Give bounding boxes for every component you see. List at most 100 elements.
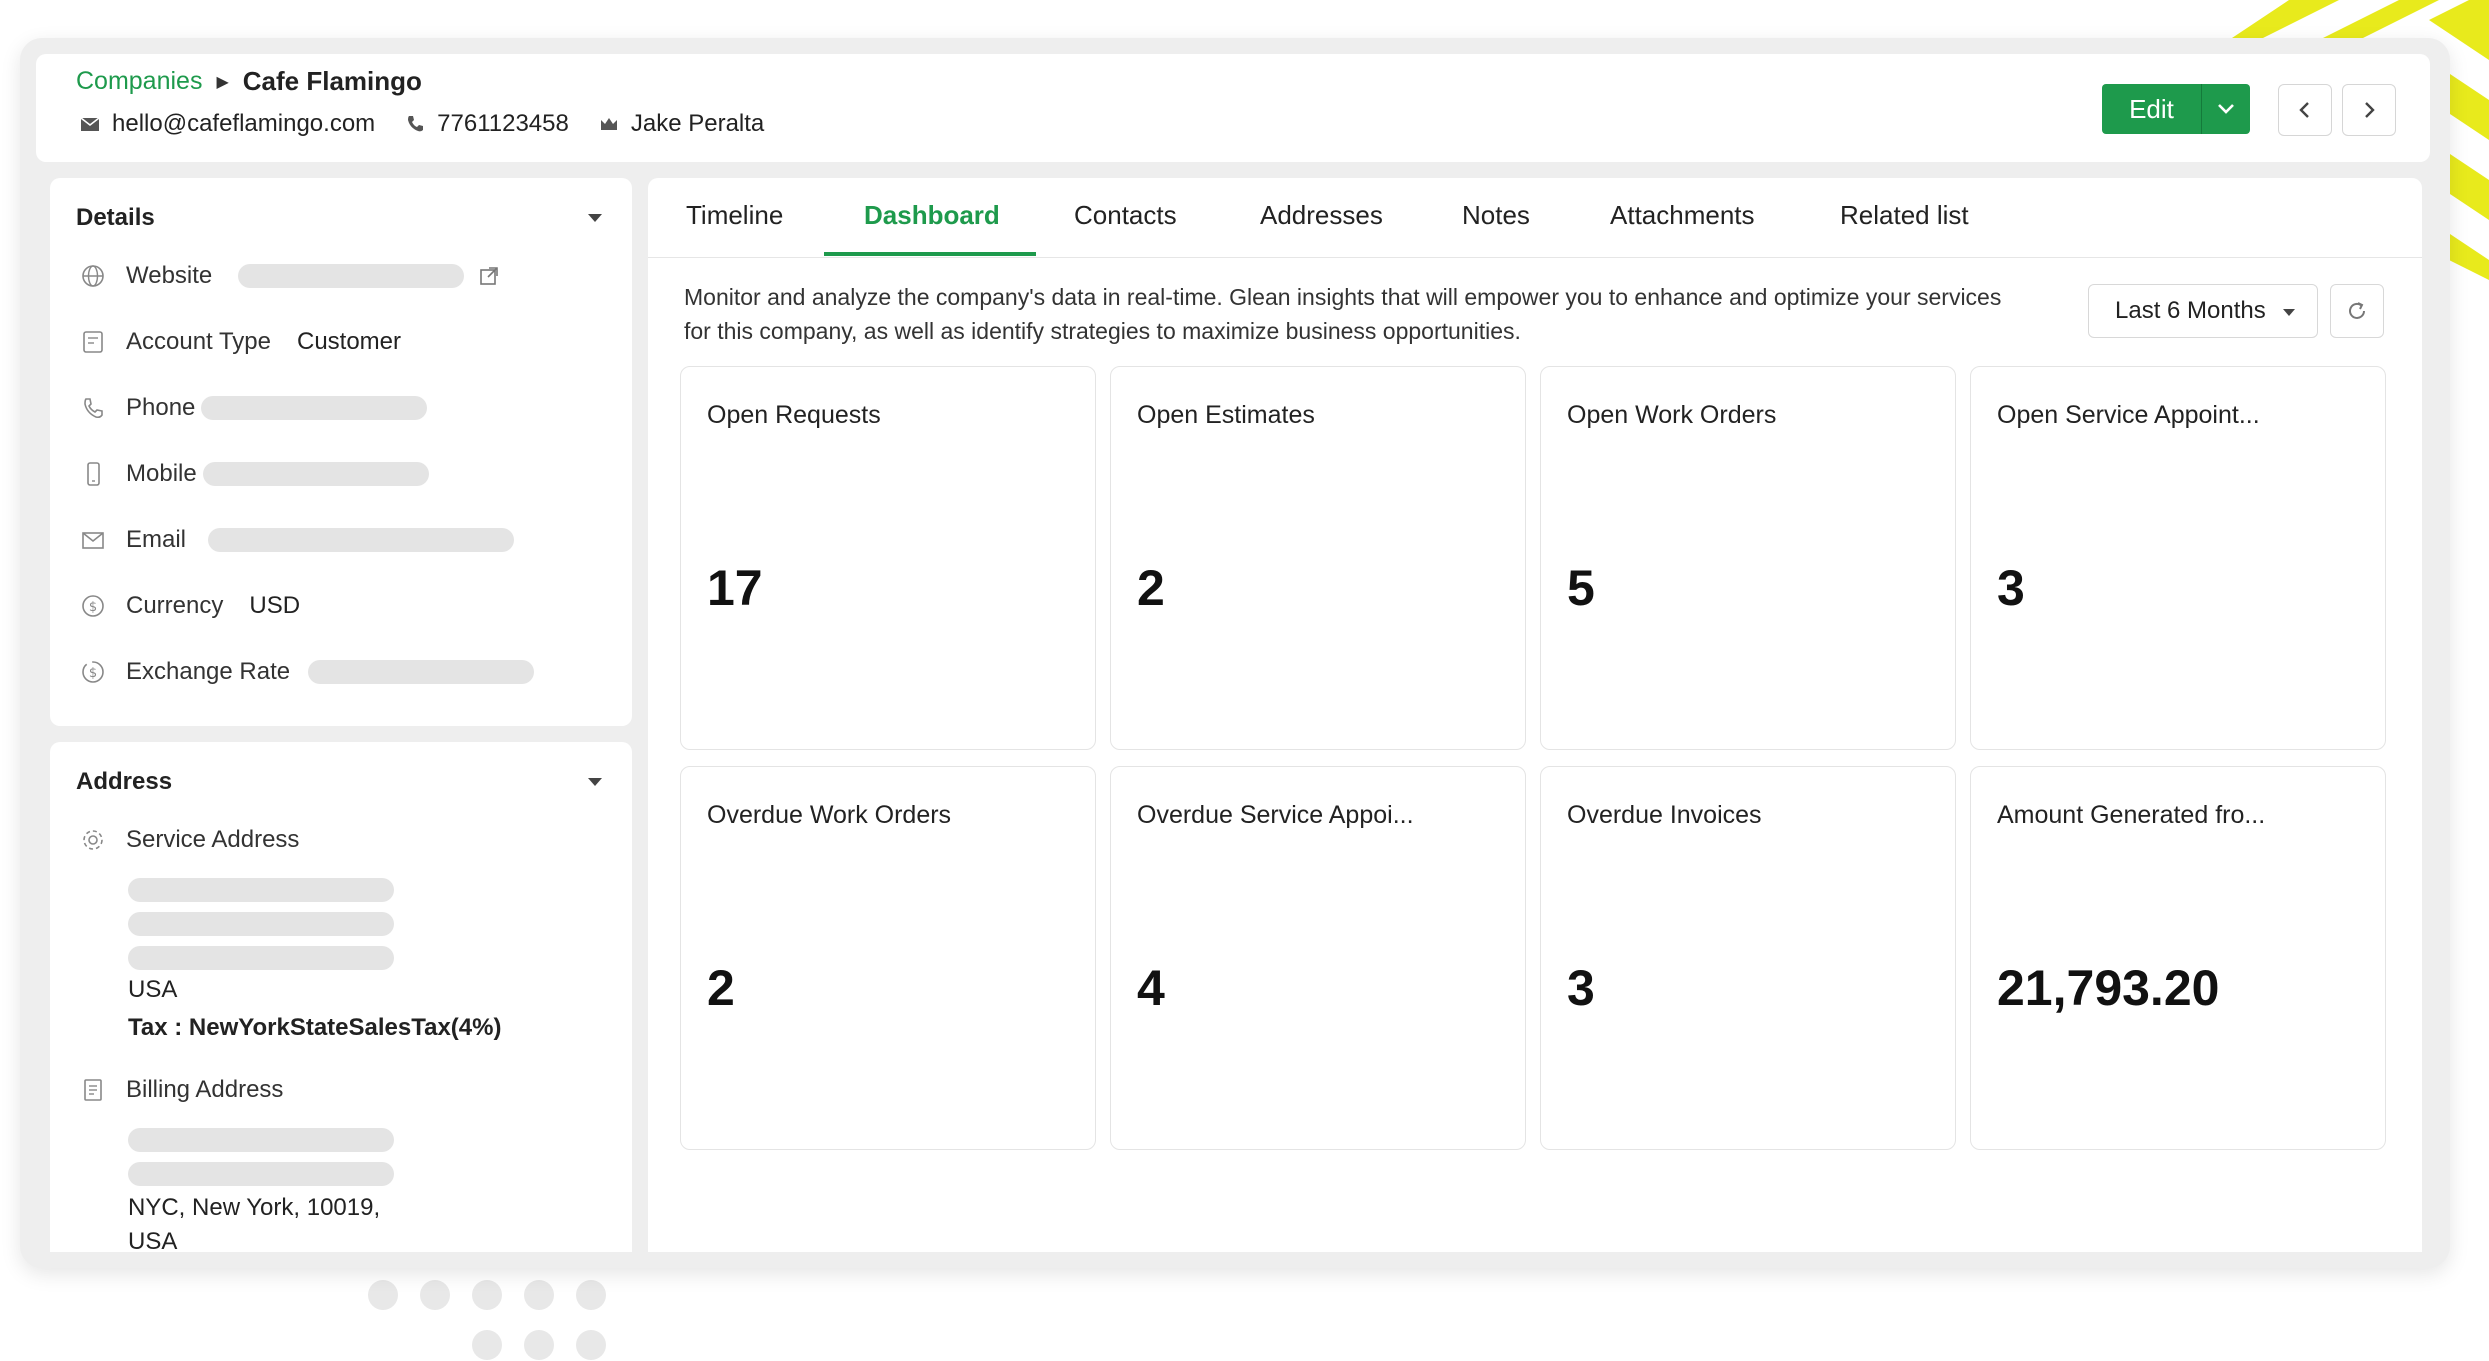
chevron-left-icon <box>2299 102 2309 118</box>
field-label: Account Type <box>126 328 271 355</box>
address-collapse-caret-icon[interactable] <box>588 778 602 786</box>
field-label: Website <box>126 262 213 289</box>
field-email: Email <box>80 526 515 554</box>
decorative-dots <box>368 1280 618 1360</box>
field-phone: Phone <box>80 394 428 422</box>
tab-timeline[interactable]: Timeline <box>686 200 783 231</box>
metric-card-title: Overdue Service Appoi... <box>1137 801 1414 829</box>
metric-card-overdue-invoices[interactable]: Overdue Invoices 3 <box>1540 766 1956 1150</box>
address-line-placeholder <box>128 912 394 936</box>
tab-contacts[interactable]: Contacts <box>1074 200 1177 231</box>
metric-card-title: Amount Generated fro... <box>1997 801 2266 829</box>
external-link-icon[interactable] <box>478 265 500 287</box>
company-phone[interactable]: 7761123458 <box>437 110 569 138</box>
svg-text:$: $ <box>89 600 97 615</box>
edit-button-group: Edit <box>2102 84 2250 134</box>
billing-address-label: Billing Address <box>126 1076 284 1103</box>
svg-text:$: $ <box>89 666 97 681</box>
service-address-country: USA <box>128 976 178 1003</box>
tab-attachments[interactable]: Attachments <box>1610 200 1755 231</box>
date-range-select[interactable]: Last 6 Months <box>2088 284 2318 338</box>
company-meta: hello@cafeflamingo.com 7761123458 Jake P… <box>80 110 794 138</box>
metric-card-value: 2 <box>1137 560 1165 616</box>
field-value-placeholder <box>208 528 515 552</box>
details-collapse-caret-icon[interactable] <box>588 214 602 222</box>
globe-icon <box>82 265 104 287</box>
chevron-right-icon <box>2365 102 2375 118</box>
refresh-button[interactable] <box>2330 284 2384 338</box>
metric-card-value: 17 <box>707 560 763 616</box>
metric-card-title: Open Service Appoint... <box>1997 401 2260 429</box>
metric-card-title: Open Requests <box>707 401 881 429</box>
field-label: Currency <box>126 592 224 619</box>
caret-down-icon <box>2283 309 2295 316</box>
details-panel: Details Website Account Type Customer Ph… <box>50 178 632 726</box>
chevron-down-icon <box>2218 104 2234 114</box>
billing-address-line: NYC, New York, 10019, <box>128 1194 381 1221</box>
tab-addresses[interactable]: Addresses <box>1260 200 1383 231</box>
main-panel: Timeline Dashboard Contacts Addresses No… <box>648 178 2422 1252</box>
address-line-placeholder <box>128 946 394 970</box>
mail-icon <box>82 532 104 549</box>
edit-dropdown-button[interactable] <box>2202 84 2250 134</box>
company-email[interactable]: hello@cafeflamingo.com <box>112 110 375 138</box>
company-owner[interactable]: Jake Peralta <box>631 110 764 138</box>
billing-receipt-icon <box>84 1079 102 1101</box>
mail-icon <box>80 117 100 131</box>
exchange-rate-icon: $ <box>82 661 104 683</box>
metric-card-title: Open Work Orders <box>1567 401 1777 429</box>
tab-dashboard[interactable]: Dashboard <box>864 200 1000 231</box>
dashboard-description: Monitor and analyze the company's data i… <box>684 284 2002 344</box>
phone-icon <box>408 116 424 132</box>
field-label: Exchange Rate <box>126 658 291 685</box>
breadcrumb-separator-icon: ▶ <box>216 73 229 91</box>
metric-card-value: 3 <box>1567 960 1595 1016</box>
billing-address-header: Billing Address <box>80 1076 283 1104</box>
tab-related-list[interactable]: Related list <box>1840 200 1969 231</box>
company-name: Cafe Flamingo <box>242 66 422 96</box>
metric-card-value: 21,793.20 <box>1997 960 2220 1016</box>
metric-card-value: 4 <box>1137 960 1165 1016</box>
field-exchange-rate: $ Exchange Rate <box>80 658 535 686</box>
metric-card-open-service-appointments[interactable]: Open Service Appoint... 3 <box>1970 366 2386 750</box>
field-value-placeholder <box>201 396 428 420</box>
breadcrumb: Companies ▶ Cafe Flamingo <box>76 66 422 97</box>
phone-icon <box>84 398 103 419</box>
field-currency: $ Currency USD <box>80 592 300 620</box>
metric-card-title: Overdue Work Orders <box>707 801 952 829</box>
field-label: Email <box>126 526 187 553</box>
service-address-header: Service Address <box>80 826 299 854</box>
edit-button[interactable]: Edit <box>2102 84 2202 134</box>
metric-card-value: 5 <box>1567 560 1595 616</box>
metric-card-title: Open Estimates <box>1137 401 1315 429</box>
breadcrumb-companies-link[interactable]: Companies <box>76 67 202 96</box>
active-tab-indicator <box>824 252 1036 256</box>
address-title: Address <box>76 768 173 795</box>
mobile-icon <box>87 462 100 486</box>
previous-record-button[interactable] <box>2278 84 2332 136</box>
metric-card-open-work-orders[interactable]: Open Work Orders 5 <box>1540 366 1956 750</box>
field-value-placeholder <box>308 660 535 684</box>
service-address-label: Service Address <box>126 826 300 853</box>
metric-card-value: 2 <box>707 960 735 1016</box>
billing-address-country: USA <box>128 1228 178 1255</box>
next-record-button[interactable] <box>2342 84 2396 136</box>
record-header: Companies ▶ Cafe Flamingo hello@cafeflam… <box>36 54 2430 162</box>
metric-card-open-estimates[interactable]: Open Estimates 2 <box>1110 366 1526 750</box>
address-line-placeholder <box>128 1128 394 1152</box>
metric-card-title: Overdue Invoices <box>1567 801 1762 829</box>
field-label: Phone <box>126 394 196 421</box>
field-value: Customer <box>296 328 402 355</box>
field-value-placeholder <box>202 462 429 486</box>
details-title: Details <box>76 204 155 231</box>
field-label: Mobile <box>126 460 197 487</box>
metric-card-overdue-work-orders[interactable]: Overdue Work Orders 2 <box>680 766 1096 1150</box>
metric-card-amount-generated[interactable]: Amount Generated fro... 21,793.20 <box>1970 766 2386 1150</box>
field-website: Website <box>80 262 500 290</box>
document-icon <box>83 331 103 353</box>
tab-bar: Timeline Dashboard Contacts Addresses No… <box>648 178 2422 258</box>
metric-card-open-requests[interactable]: Open Requests 17 <box>680 366 1096 750</box>
metric-card-overdue-service-appointments[interactable]: Overdue Service Appoi... 4 <box>1110 766 1526 1150</box>
address-line-placeholder <box>128 878 394 902</box>
tab-notes[interactable]: Notes <box>1462 200 1530 231</box>
